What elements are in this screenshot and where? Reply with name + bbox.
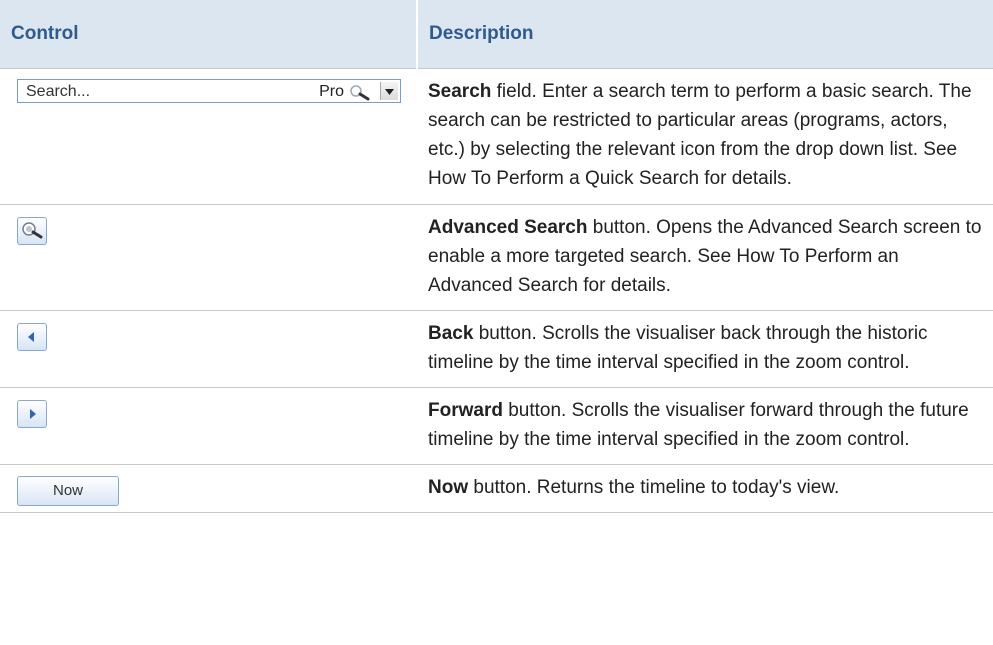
- term: Forward: [428, 400, 503, 421]
- header-description: Description: [416, 0, 993, 69]
- control-cell: [0, 204, 417, 311]
- term: Now: [428, 477, 469, 498]
- control-cell: [0, 387, 417, 465]
- search-field[interactable]: Search... Pro: [17, 79, 401, 103]
- dropdown-arrow-icon[interactable]: [380, 82, 398, 100]
- now-button[interactable]: Now: [17, 476, 119, 506]
- description-text: button. Returns the timeline to today's …: [468, 477, 840, 498]
- description-cell: Now button. Returns the timeline to toda…: [417, 464, 993, 513]
- header-row: Control Description: [0, 0, 993, 69]
- term: Back: [428, 323, 474, 344]
- description-cell: Forward button. Scrolls the visualiser f…: [417, 387, 993, 465]
- description-text: button. Scrolls the visualiser back thro…: [428, 323, 928, 373]
- description-cell: Search field. Enter a search term to per…: [417, 68, 993, 205]
- header-control: Control: [0, 0, 417, 69]
- table-row: Search... Pro Search field. Enter a sear…: [0, 68, 993, 205]
- controls-table: Control Description Search... Pro Search…: [0, 0, 993, 513]
- description-cell: Back button. Scrolls the visualiser back…: [417, 310, 993, 388]
- table-row: Now Now button. Returns the timeline to …: [0, 464, 993, 513]
- control-cell: Search... Pro: [0, 68, 417, 205]
- table-row: Back button. Scrolls the visualiser back…: [0, 310, 993, 388]
- control-cell: Now: [0, 464, 417, 513]
- table-row: Forward button. Scrolls the visualiser f…: [0, 387, 993, 465]
- forward-button[interactable]: [17, 400, 47, 428]
- search-placeholder: Search...: [26, 83, 91, 100]
- back-button[interactable]: [17, 323, 47, 351]
- table-row: Advanced Search button. Opens the Advanc…: [0, 204, 993, 311]
- description-text: button. Scrolls the visualiser forward t…: [428, 400, 969, 450]
- control-cell: [0, 310, 417, 388]
- magnifier-icon[interactable]: [348, 83, 372, 101]
- search-scope-label: Pro: [319, 83, 344, 100]
- description-text: field. Enter a search term to perform a …: [428, 81, 972, 189]
- advanced-search-button[interactable]: [17, 217, 47, 245]
- term: Advanced Search: [428, 217, 588, 238]
- term: Search: [428, 81, 492, 102]
- description-cell: Advanced Search button. Opens the Advanc…: [417, 204, 993, 311]
